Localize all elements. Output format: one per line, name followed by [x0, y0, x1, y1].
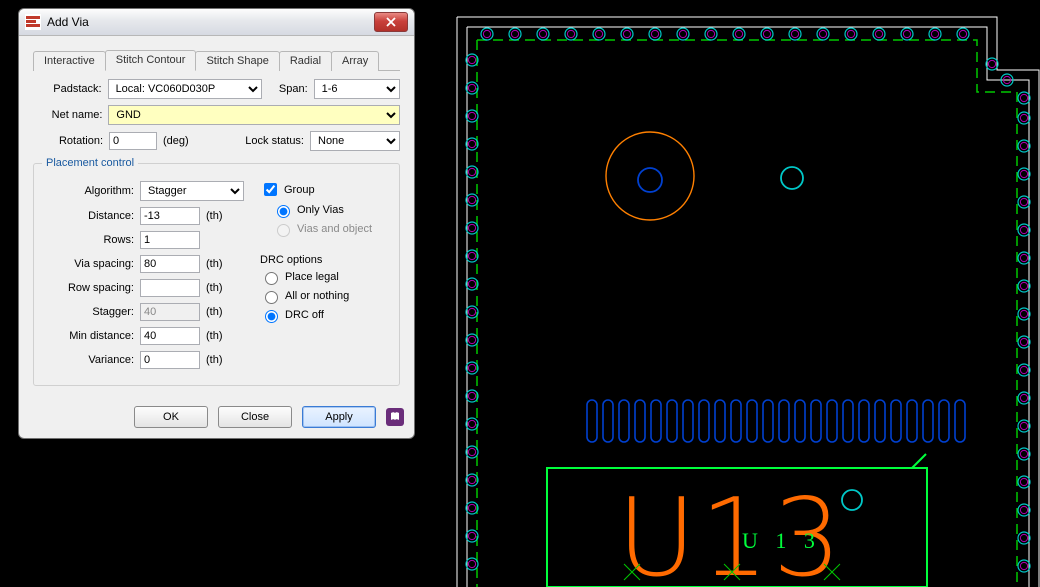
- svg-text:U 1 3: U 1 3: [742, 528, 821, 553]
- algorithm-select[interactable]: Stagger: [140, 181, 244, 201]
- dialog-body: Interactive Stitch Contour Stitch Shape …: [19, 36, 414, 400]
- padstack-select[interactable]: Local: VC060D030P: [108, 79, 263, 99]
- ok-button[interactable]: OK: [134, 406, 208, 428]
- drc-off-radio[interactable]: [265, 310, 278, 323]
- padstack-label: Padstack:: [33, 83, 102, 95]
- rotation-input[interactable]: [109, 132, 157, 150]
- add-via-dialog: Add Via Interactive Stitch Contour Stitc…: [18, 8, 415, 439]
- lockstatus-select[interactable]: None: [310, 131, 400, 151]
- distance-label: Distance:: [42, 210, 134, 222]
- group-label: Group: [284, 184, 315, 196]
- rowspacing-unit: (th): [206, 282, 230, 294]
- variance-input[interactable]: [140, 351, 200, 369]
- close-button[interactable]: Close: [218, 406, 292, 428]
- rotation-label: Rotation:: [33, 135, 103, 147]
- span-label: Span:: [268, 83, 307, 95]
- tab-stitch-shape[interactable]: Stitch Shape: [195, 51, 279, 71]
- mindistance-label: Min distance:: [42, 330, 134, 342]
- placement-control-legend: Placement control: [42, 157, 138, 169]
- stagger-unit: (th): [206, 306, 230, 318]
- algorithm-label: Algorithm:: [42, 185, 134, 197]
- tab-interactive[interactable]: Interactive: [33, 51, 106, 71]
- distance-unit: (th): [206, 210, 230, 222]
- vias-and-object-radio: [277, 224, 290, 237]
- window-title: Add Via: [47, 15, 374, 29]
- tab-stitch-contour[interactable]: Stitch Contour: [105, 50, 197, 71]
- app-icon: [25, 14, 41, 30]
- pcb-canvas[interactable]: U13U 1 3: [432, 0, 1040, 587]
- viaspacing-input[interactable]: [140, 255, 200, 273]
- only-vias-label: Only Vias: [297, 204, 344, 216]
- drc-place-legal-label: Place legal: [285, 271, 339, 283]
- pcb-svg: U13U 1 3: [432, 0, 1040, 587]
- stagger-input: [140, 303, 200, 321]
- netname-select[interactable]: GND: [108, 105, 400, 125]
- book-icon: [389, 411, 401, 423]
- tab-array[interactable]: Array: [331, 51, 379, 71]
- apply-button[interactable]: Apply: [302, 406, 376, 428]
- drc-place-legal-radio[interactable]: [265, 272, 278, 285]
- variance-unit: (th): [206, 354, 230, 366]
- only-vias-radio[interactable]: [277, 205, 290, 218]
- group-checkbox[interactable]: [264, 183, 277, 196]
- stagger-label: Stagger:: [42, 306, 134, 318]
- mindistance-unit: (th): [206, 330, 230, 342]
- drc-options-label: DRC options: [260, 254, 391, 266]
- rotation-unit: (deg): [163, 135, 189, 147]
- tab-bar: Interactive Stitch Contour Stitch Shape …: [33, 48, 400, 71]
- placement-control-group: Placement control Algorithm: Stagger Dis…: [33, 157, 400, 386]
- mindistance-input[interactable]: [140, 327, 200, 345]
- rows-input[interactable]: [140, 231, 200, 249]
- distance-input[interactable]: [140, 207, 200, 225]
- rowspacing-input[interactable]: [140, 279, 200, 297]
- drc-all-or-nothing-label: All or nothing: [285, 290, 349, 302]
- vias-and-object-label: Vias and object: [297, 223, 372, 235]
- viaspacing-label: Via spacing:: [42, 258, 134, 270]
- netname-label: Net name:: [33, 109, 102, 121]
- help-button[interactable]: [386, 408, 404, 426]
- button-bar: OK Close Apply: [19, 400, 414, 438]
- variance-label: Variance:: [42, 354, 134, 366]
- viaspacing-unit: (th): [206, 258, 230, 270]
- close-icon: [386, 17, 396, 27]
- drc-off-label: DRC off: [285, 309, 324, 321]
- titlebar[interactable]: Add Via: [19, 9, 414, 36]
- drc-all-or-nothing-radio[interactable]: [265, 291, 278, 304]
- span-select[interactable]: 1-6: [314, 79, 400, 99]
- rowspacing-label: Row spacing:: [42, 282, 134, 294]
- rows-label: Rows:: [42, 234, 134, 246]
- tab-radial[interactable]: Radial: [279, 51, 332, 71]
- lockstatus-label: Lock status:: [245, 135, 304, 147]
- window-close-button[interactable]: [374, 12, 408, 32]
